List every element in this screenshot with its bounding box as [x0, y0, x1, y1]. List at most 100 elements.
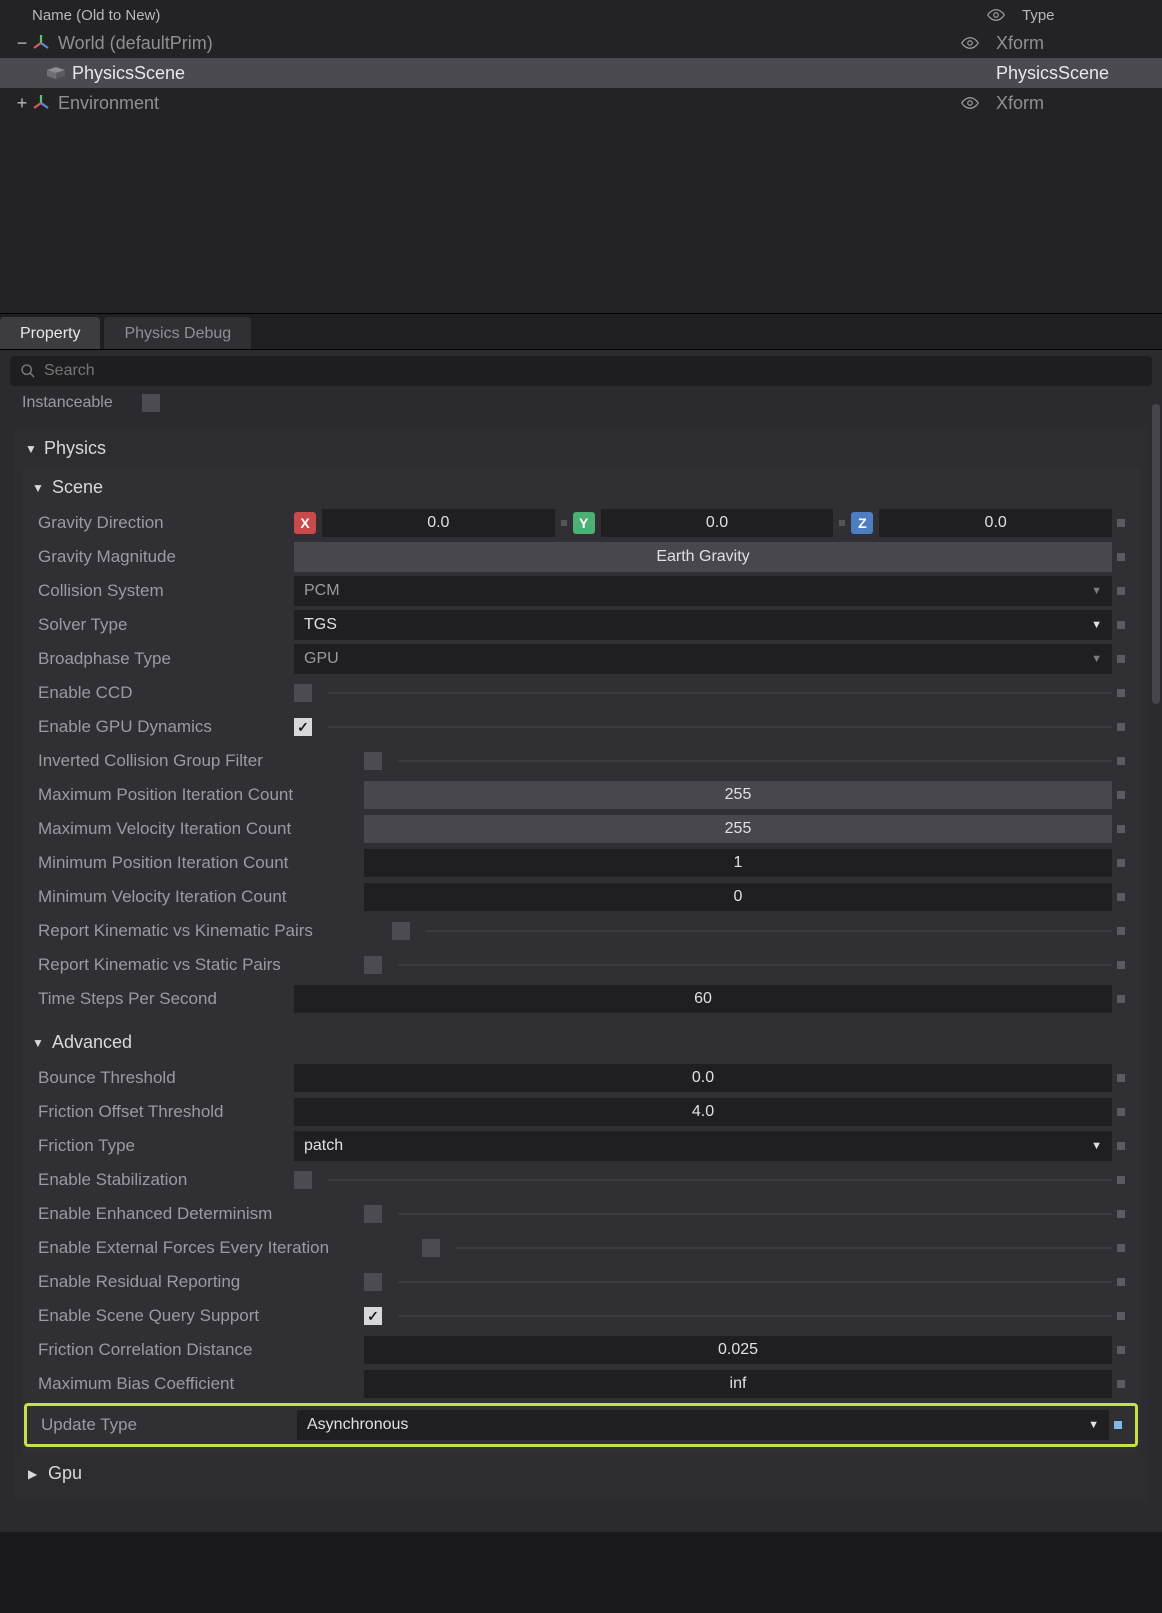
earth-gravity-button[interactable]: Earth Gravity — [294, 542, 1112, 572]
select-value: patch — [304, 1137, 1091, 1155]
subsection-gpu-header[interactable]: ▶ Gpu — [20, 1455, 1142, 1492]
reset-button[interactable] — [1112, 1108, 1130, 1116]
reset-button[interactable] — [1112, 723, 1130, 731]
friction-corr-input[interactable]: 0.025 — [364, 1336, 1112, 1364]
search-input[interactable] — [44, 362, 1142, 380]
reset-button[interactable] — [1112, 995, 1130, 1003]
reset-button[interactable] — [1112, 1074, 1130, 1082]
reset-button[interactable] — [1109, 1421, 1127, 1429]
header-name[interactable]: Name (Old to New) — [12, 7, 976, 24]
reset-button[interactable] — [1112, 1176, 1130, 1184]
reset-button[interactable] — [1112, 1210, 1130, 1218]
update-type-select[interactable]: Asynchronous ▼ — [297, 1410, 1109, 1440]
instanceable-checkbox[interactable] — [142, 394, 160, 412]
residual-checkbox[interactable] — [364, 1273, 382, 1291]
reset-button[interactable] — [1112, 1380, 1130, 1388]
header-type[interactable]: Type — [1016, 7, 1150, 24]
visibility-toggle[interactable] — [950, 34, 990, 52]
reset-button[interactable] — [1112, 519, 1130, 527]
solver-type-select[interactable]: TGS ▼ — [294, 610, 1112, 640]
reset-button[interactable] — [1112, 587, 1130, 595]
gravity-z-input[interactable]: 0.0 — [879, 509, 1112, 537]
inverted-collision-checkbox[interactable] — [364, 752, 382, 770]
label: Minimum Position Iteration Count — [32, 853, 364, 873]
expand-toggle[interactable]: − — [12, 33, 32, 54]
report-ks-checkbox[interactable] — [364, 956, 382, 974]
reset-button[interactable] — [1112, 825, 1130, 833]
min-pos-iter-input[interactable]: 1 — [364, 849, 1112, 877]
reset-button[interactable] — [1112, 689, 1130, 697]
gravity-x-input[interactable]: 0.0 — [322, 509, 555, 537]
subsection-title: Gpu — [48, 1463, 82, 1484]
report-kk-checkbox[interactable] — [392, 922, 410, 940]
tree-row-environment[interactable]: + Environment Xform — [0, 88, 1162, 118]
label: Update Type — [35, 1415, 297, 1435]
subsection-scene-header[interactable]: ▼ Scene — [26, 473, 1136, 506]
link-indicator — [561, 520, 567, 526]
row-solver-type: Solver Type TGS ▼ — [26, 608, 1136, 642]
reset-button[interactable] — [1112, 655, 1130, 663]
scene-tree-rows: − World (defaultPrim) Xform — [0, 28, 1162, 313]
min-vel-iter-input[interactable]: 0 — [364, 883, 1112, 911]
caret-down-icon: ▼ — [24, 442, 38, 456]
reset-button[interactable] — [1112, 1142, 1130, 1150]
tab-property[interactable]: Property — [0, 317, 100, 349]
tree-row-world[interactable]: − World (defaultPrim) Xform — [0, 28, 1162, 58]
friction-offset-input[interactable]: 4.0 — [294, 1098, 1112, 1126]
bounce-threshold-input[interactable]: 0.0 — [294, 1064, 1112, 1092]
trail — [426, 930, 1112, 932]
enhanced-det-checkbox[interactable] — [364, 1205, 382, 1223]
axis-z-badge: Z — [851, 512, 873, 534]
tree-item-type: PhysicsScene — [990, 63, 1150, 84]
max-pos-iter-input[interactable]: 255 — [364, 781, 1112, 809]
reset-button[interactable] — [1112, 757, 1130, 765]
row-inverted-collision: Inverted Collision Group Filter — [26, 744, 1136, 778]
reset-button[interactable] — [1112, 1278, 1130, 1286]
reset-button[interactable] — [1112, 1346, 1130, 1354]
label: Collision System — [32, 581, 294, 601]
search-icon — [20, 363, 36, 379]
expand-toggle[interactable]: + — [12, 93, 32, 114]
subsection-title: Scene — [52, 477, 103, 498]
reset-button[interactable] — [1112, 1312, 1130, 1320]
vector3-control: X 0.0 Y 0.0 Z 0.0 — [294, 509, 1112, 537]
timesteps-input[interactable]: 60 — [294, 985, 1112, 1013]
subsection-advanced-header[interactable]: ▼ Advanced — [26, 1016, 1136, 1061]
search-box[interactable] — [10, 356, 1152, 386]
reset-button[interactable] — [1112, 553, 1130, 561]
reset-button[interactable] — [1112, 1244, 1130, 1252]
tab-physics-debug[interactable]: Physics Debug — [104, 317, 251, 349]
visibility-toggle[interactable] — [950, 94, 990, 112]
enable-gpu-dynamics-checkbox[interactable] — [294, 718, 312, 736]
label: Friction Correlation Distance — [32, 1340, 364, 1360]
max-bias-input[interactable]: inf — [364, 1370, 1112, 1398]
scrollbar[interactable] — [1152, 404, 1160, 704]
scene-query-checkbox[interactable] — [364, 1307, 382, 1325]
enable-stabilization-checkbox[interactable] — [294, 1171, 312, 1189]
broadphase-type-select[interactable]: GPU ▼ — [294, 644, 1112, 674]
label: Broadphase Type — [32, 649, 294, 669]
row-max-bias-coef: Maximum Bias Coefficient inf — [26, 1367, 1136, 1401]
label: Time Steps Per Second — [32, 989, 294, 1009]
row-timesteps: Time Steps Per Second 60 — [26, 982, 1136, 1016]
collision-system-select[interactable]: PCM ▼ — [294, 576, 1112, 606]
reset-button[interactable] — [1112, 621, 1130, 629]
header-visibility — [976, 6, 1016, 24]
reset-button[interactable] — [1112, 961, 1130, 969]
cube-icon — [46, 66, 72, 80]
max-vel-iter-input[interactable]: 255 — [364, 815, 1112, 843]
enable-ccd-checkbox[interactable] — [294, 684, 312, 702]
tree-item-type: Xform — [990, 33, 1150, 54]
gravity-y-input[interactable]: 0.0 — [601, 509, 834, 537]
ext-forces-checkbox[interactable] — [422, 1239, 440, 1257]
tree-row-physicsscene[interactable]: PhysicsScene PhysicsScene — [0, 58, 1162, 88]
row-min-vel-iter: Minimum Velocity Iteration Count 0 — [26, 880, 1136, 914]
reset-button[interactable] — [1112, 859, 1130, 867]
reset-button[interactable] — [1112, 927, 1130, 935]
reset-button[interactable] — [1112, 791, 1130, 799]
section-physics-header[interactable]: ▼ Physics — [20, 434, 1142, 467]
trail — [398, 1315, 1112, 1317]
reset-button[interactable] — [1112, 893, 1130, 901]
row-friction-corr-dist: Friction Correlation Distance 0.025 — [26, 1333, 1136, 1367]
friction-type-select[interactable]: patch ▼ — [294, 1131, 1112, 1161]
